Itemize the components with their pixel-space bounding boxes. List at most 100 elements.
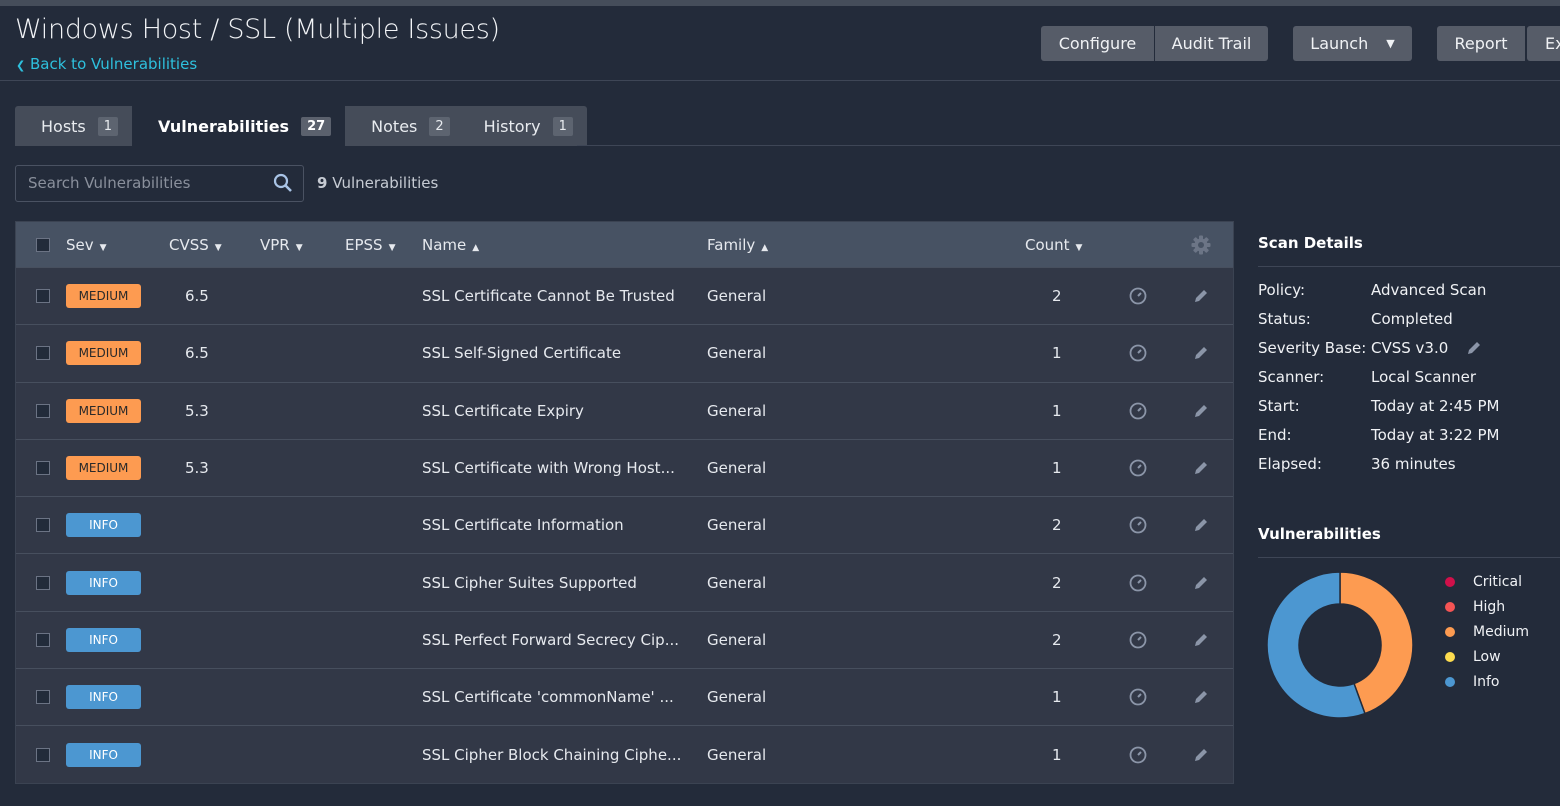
col-cvss[interactable]: CVSS ▼ [169,236,222,254]
edit-pencil-icon[interactable] [1193,632,1209,648]
audit-trail-button[interactable]: Audit Trail [1155,26,1268,61]
sort-up-icon: ▲ [761,242,769,253]
edit-pencil-icon[interactable] [1193,460,1209,476]
table-row[interactable]: INFO SSL Cipher Suites Supported General… [16,553,1233,611]
legend-item-critical[interactable]: Critical [1445,574,1522,590]
detail-label: End: [1258,426,1292,444]
count-number: 9 [317,174,328,192]
table-row[interactable]: MEDIUM 6.5 SSL Self-Signed Certificate G… [16,324,1233,382]
edit-pencil-icon[interactable] [1193,345,1209,361]
col-family[interactable]: Family ▲ [707,236,768,254]
legend-item-low[interactable]: Low [1445,649,1501,665]
row-checkbox[interactable] [36,403,50,418]
table-row[interactable]: MEDIUM 5.3 SSL Certificate with Wrong Ho… [16,438,1233,497]
select-all-checkbox[interactable] [36,237,50,252]
row-checkbox[interactable] [36,461,50,476]
vulnerability-name[interactable]: SSL Perfect Forward Secrecy Cip... [422,631,679,649]
edit-pencil-icon[interactable] [1193,517,1209,533]
edit-pencil-icon[interactable] [1193,689,1209,705]
legend-label: High [1473,599,1506,615]
detail-value: Local Scanner [1371,368,1477,386]
row-checkbox[interactable] [36,690,50,705]
tab-vulnerabilities[interactable]: Vulnerabilities 27 [132,106,346,146]
count: 2 [1052,287,1062,306]
row-checkbox[interactable] [36,575,50,590]
tab-notes[interactable]: Notes 2 [345,106,464,146]
edit-pencil-icon[interactable] [1193,575,1209,591]
snooze-clock-icon[interactable] [1129,746,1147,764]
snooze-clock-icon[interactable] [1129,516,1147,534]
family: General [707,630,767,649]
edit-pencil-icon[interactable] [1193,403,1209,419]
tab-history[interactable]: History 1 [464,106,587,146]
row-checkbox[interactable] [36,632,50,647]
vulnerability-name[interactable]: SSL Certificate Information [422,516,624,534]
gear-icon[interactable] [1191,235,1211,255]
count: 1 [1052,401,1062,420]
divider [0,80,1560,81]
row-checkbox[interactable] [36,346,50,361]
snooze-clock-icon[interactable] [1129,459,1147,477]
table-row[interactable]: INFO SSL Certificate Information General… [16,496,1233,554]
edit-severity-icon[interactable] [1466,340,1482,356]
search-icon[interactable] [273,173,293,193]
chevron-left-icon: ❮ [16,59,26,72]
tab-label: Hosts [41,116,86,136]
table-row[interactable]: INFO SSL Perfect Forward Secrecy Cip... … [16,610,1233,669]
col-epss[interactable]: EPSS ▼ [345,236,396,254]
tab-count: 1 [552,116,573,136]
search-input[interactable]: Search Vulnerabilities [15,165,304,202]
table-row[interactable]: INFO SSL Certificate 'commonName' ... Ge… [16,668,1233,726]
detail-label: Elapsed: [1258,455,1322,473]
export-button[interactable]: Ex [1527,26,1560,61]
severity-badge: MEDIUM [66,284,141,309]
snooze-clock-icon[interactable] [1129,631,1147,649]
col-vpr[interactable]: VPR ▼ [260,236,303,254]
divider [1258,557,1560,558]
legend-dot [1445,602,1455,612]
tab-hosts[interactable]: Hosts 1 [15,106,132,146]
vulnerability-name[interactable]: SSL Cipher Suites Supported [422,574,637,592]
tab-count: 27 [301,116,332,136]
snooze-clock-icon[interactable] [1129,287,1147,305]
severity-badge: MEDIUM [66,398,141,423]
edit-pencil-icon[interactable] [1193,747,1209,763]
vulnerability-name[interactable]: SSL Self-Signed Certificate [422,344,621,362]
vulnerability-name[interactable]: SSL Certificate with Wrong Host... [422,459,675,477]
vulnerability-name[interactable]: SSL Certificate 'commonName' ... [422,688,674,706]
scan-details-title: Scan Details [1258,234,1363,252]
legend-item-medium[interactable]: Medium [1445,624,1529,640]
edit-pencil-icon[interactable] [1193,288,1209,304]
col-name[interactable]: Name ▲ [422,236,479,254]
table-row[interactable]: MEDIUM 6.5 SSL Certificate Cannot Be Tru… [16,267,1233,325]
snooze-clock-icon[interactable] [1129,344,1147,362]
row-checkbox[interactable] [36,289,50,304]
vulnerability-name[interactable]: SSL Certificate Expiry [422,402,584,420]
legend-dot [1445,627,1455,637]
severity-badge: INFO [66,513,141,538]
report-button[interactable]: Report [1437,26,1525,61]
snooze-clock-icon[interactable] [1129,402,1147,420]
col-sev[interactable]: Sev ▼ [66,236,107,254]
snooze-clock-icon[interactable] [1129,574,1147,592]
col-count[interactable]: Count ▼ [1025,236,1082,254]
row-checkbox[interactable] [36,747,50,762]
row-checkbox[interactable] [36,518,50,533]
family: General [707,344,767,363]
col-label: CVSS [169,235,209,254]
search-placeholder: Search Vulnerabilities [28,174,191,192]
back-link[interactable]: ❮ Back to Vulnerabilities [16,55,197,73]
legend-item-high[interactable]: High [1445,599,1505,615]
configure-button[interactable]: Configure [1041,26,1154,61]
table-row[interactable]: INFO SSL Cipher Block Chaining Ciphe... … [16,725,1233,783]
detail-value: Advanced Scan [1371,281,1487,299]
legend-item-info[interactable]: Info [1445,674,1500,690]
severity-badge: MEDIUM [66,341,141,366]
vulnerability-name[interactable]: SSL Certificate Cannot Be Trusted [422,287,675,305]
snooze-clock-icon[interactable] [1129,688,1147,706]
severity-badge: INFO [66,570,141,595]
launch-button[interactable]: Launch ▼ [1293,26,1412,61]
table-row[interactable]: MEDIUM 5.3 SSL Certificate Expiry Genera… [16,381,1233,439]
table-header: Sev ▼ CVSS ▼ VPR ▼ EPSS ▼ Name ▲ Family ▲ Coun… [16,222,1233,267]
vulnerability-name[interactable]: SSL Cipher Block Chaining Ciphe... [422,746,681,764]
